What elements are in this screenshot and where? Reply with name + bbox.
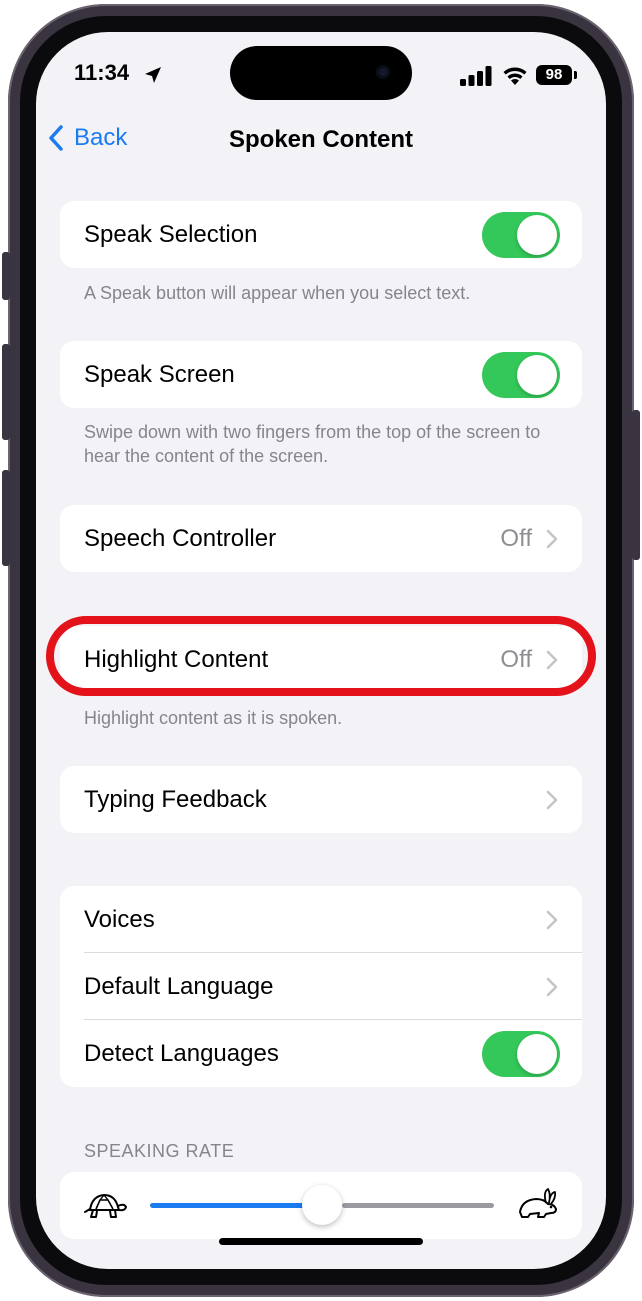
typing-feedback-label: Typing Feedback xyxy=(84,785,267,813)
chevron-right-icon xyxy=(546,977,558,996)
speak-selection-label: Speak Selection xyxy=(84,220,258,248)
highlight-content-row[interactable]: Highlight Content Off xyxy=(60,626,582,693)
speech-controller-group: Speech Controller Off xyxy=(60,505,582,572)
page-title: Spoken Content xyxy=(229,126,413,153)
speech-controller-value: Off xyxy=(500,524,532,552)
battery-icon: 98 xyxy=(536,65,572,85)
chevron-right-icon xyxy=(546,790,558,809)
slider-track-filled xyxy=(150,1203,322,1208)
chevron-right-icon xyxy=(546,910,558,929)
action-button xyxy=(2,252,10,300)
volume-down-button xyxy=(2,470,10,566)
typing-feedback-group: Typing Feedback xyxy=(60,766,582,833)
volume-up-button xyxy=(2,344,10,440)
detect-languages-label: Detect Languages xyxy=(84,1039,279,1067)
toggle-knob xyxy=(517,214,557,255)
speak-screen-row: Speak Screen xyxy=(60,341,582,408)
speak-screen-label: Speak Screen xyxy=(84,360,235,388)
speech-controller-row[interactable]: Speech Controller Off xyxy=(60,505,582,572)
power-button xyxy=(632,410,640,560)
speaking-rate-header: SPEAKING RATE xyxy=(84,1141,235,1161)
highlight-content-value: Off xyxy=(500,645,532,673)
wifi-icon xyxy=(503,67,527,85)
toggle-knob xyxy=(517,1033,557,1074)
speak-screen-group: Speak Screen xyxy=(60,341,582,408)
camera-icon xyxy=(376,65,390,79)
dynamic-island xyxy=(230,46,412,100)
detect-languages-row: Detect Languages xyxy=(60,1020,582,1087)
speak-selection-row: Speak Selection xyxy=(60,201,582,268)
highlight-content-label: Highlight Content xyxy=(84,645,269,673)
voices-row[interactable]: Voices xyxy=(60,886,582,953)
voices-label: Voices xyxy=(84,905,155,933)
voices-group: Voices Default Language Detect Languages xyxy=(60,886,582,1087)
speak-screen-footer: Swipe down with two fingers from the top… xyxy=(84,422,541,466)
location-arrow-icon xyxy=(145,67,161,83)
status-time: 11:34 xyxy=(74,60,130,85)
turtle-icon xyxy=(84,1193,128,1218)
speech-controller-label: Speech Controller xyxy=(84,524,277,552)
speaking-rate-slider-thumb[interactable] xyxy=(302,1185,342,1225)
toggle-knob xyxy=(517,354,557,395)
speak-selection-toggle[interactable] xyxy=(482,211,560,258)
battery-tip xyxy=(574,71,577,79)
speaking-rate-row xyxy=(60,1172,582,1239)
screen: 11:34 98 Back Spoken Content Speak Selec… xyxy=(36,32,606,1269)
home-indicator xyxy=(219,1238,423,1245)
slider-track-empty xyxy=(342,1203,494,1208)
highlight-content-footer: Highlight content as it is spoken. xyxy=(84,708,343,728)
speak-screen-toggle[interactable] xyxy=(482,351,560,398)
speak-selection-footer: A Speak button will appear when you sele… xyxy=(84,283,471,303)
default-language-row[interactable]: Default Language xyxy=(60,953,582,1020)
typing-feedback-row[interactable]: Typing Feedback xyxy=(60,766,582,833)
default-language-label: Default Language xyxy=(84,972,274,1000)
detect-languages-toggle[interactable] xyxy=(482,1030,560,1077)
hare-icon xyxy=(519,1188,557,1218)
chevron-right-icon xyxy=(546,650,558,669)
speak-selection-group: Speak Selection xyxy=(60,201,582,268)
cellular-signal-icon xyxy=(460,66,492,86)
chevron-right-icon xyxy=(546,529,558,548)
highlight-content-group: Highlight Content Off xyxy=(60,626,582,693)
